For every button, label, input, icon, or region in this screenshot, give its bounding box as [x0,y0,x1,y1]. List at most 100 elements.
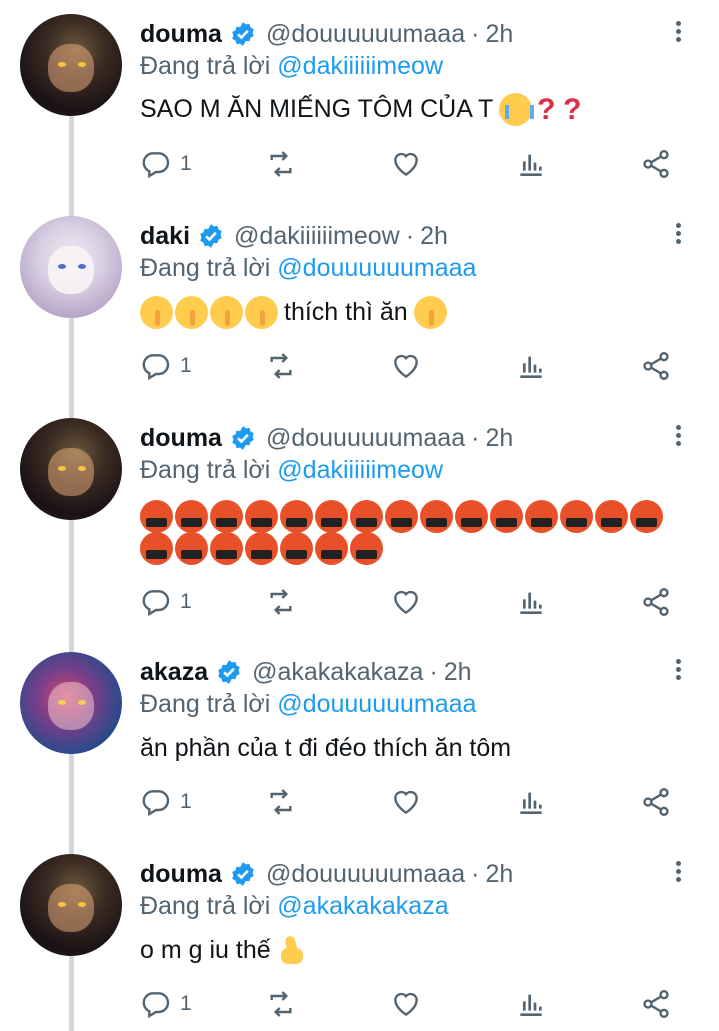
timestamp[interactable]: 2h [485,860,513,889]
more-options-icon[interactable] [672,18,684,48]
replying-to-mention[interactable]: @akakakakaza [277,892,448,920]
more-options-icon[interactable] [672,220,684,250]
heart-icon [394,590,418,615]
like-button[interactable] [390,786,422,818]
shushing-face-icon [245,296,278,329]
shushing-face-icon [210,296,243,329]
analytics-icon [520,154,542,176]
face-with-symbols-on-mouth-icon [175,500,208,533]
crossed-fingers-icon [277,934,310,967]
author-handle[interactable]: @dakiiiiiimeow [234,222,400,251]
tweet[interactable]: douma @douuuuuumaaa · 2h Đang trả lời @d… [0,404,719,638]
tweet-text: ăn phần của t đi đéo thích ăn tôm [140,734,512,762]
reply-icon [142,354,170,381]
reply-icon [142,590,170,617]
analytics-icon [520,792,542,814]
tweet-text-line-2 [140,532,383,565]
like-button[interactable] [390,586,422,618]
retweet-button[interactable] [265,148,297,180]
retweet-button[interactable] [265,786,297,818]
tweet-text [140,500,663,533]
more-options-icon[interactable] [672,422,684,452]
reply-icon [142,152,170,179]
daki-avatar[interactable] [20,216,122,318]
share-button[interactable] [640,786,672,818]
tweet-text-content: o m g iu thế [140,936,271,964]
face-with-symbols-on-mouth-icon [175,532,208,565]
akaza-avatar[interactable] [20,652,122,754]
author-name[interactable]: douma [140,860,222,889]
heart-icon [394,354,418,379]
replying-to: Đang trả lời @dakiiiiiimeow [140,52,443,81]
verified-badge-icon [218,660,240,684]
analytics-button[interactable] [515,350,547,382]
face-with-symbols-on-mouth-icon [490,500,523,533]
reply-icon [142,992,170,1019]
timestamp[interactable]: 2h [420,222,448,251]
share-icon [643,990,669,1018]
more-options-icon[interactable] [672,656,684,686]
replying-to-mention[interactable]: @dakiiiiiimeow [277,456,443,484]
timestamp[interactable]: 2h [485,424,513,453]
share-button[interactable] [640,988,672,1020]
tweet[interactable]: douma @douuuuuumaaa · 2h Đang trả lời @d… [0,0,719,202]
reply-button[interactable]: 1 [140,786,192,818]
analytics-icon [520,592,542,614]
like-button[interactable] [390,148,422,180]
reply-count: 1 [180,590,192,613]
author-name[interactable]: douma [140,424,222,453]
retweet-button[interactable] [265,350,297,382]
retweet-button[interactable] [265,988,297,1020]
like-button[interactable] [390,350,422,382]
reply-count: 1 [180,992,192,1015]
author-name[interactable]: akaza [140,658,208,687]
author-handle[interactable]: @douuuuuumaaa [266,424,465,453]
reply-icon [142,790,170,817]
face-with-symbols-on-mouth-icon [525,500,558,533]
face-with-symbols-on-mouth-icon [350,532,383,565]
retweet-button[interactable] [265,586,297,618]
replying-to-mention[interactable]: @dakiiiiiimeow [277,52,443,80]
more-options-icon[interactable] [672,858,684,888]
face-with-symbols-on-mouth-icon [280,532,313,565]
reply-button[interactable]: 1 [140,148,192,180]
reply-button[interactable]: 1 [140,988,192,1020]
tweet[interactable]: daki @dakiiiiiimeow · 2h Đang trả lời @d… [0,202,719,404]
separator-dot: · [471,19,480,48]
replying-to: Đang trả lời @douuuuuumaaa [140,254,476,283]
face-with-symbols-on-mouth-icon [630,500,663,533]
author-name[interactable]: douma [140,20,222,49]
replying-to-label: Đang trả lời [140,456,271,484]
share-button[interactable] [640,350,672,382]
face-with-symbols-on-mouth-icon [210,500,243,533]
analytics-button[interactable] [515,786,547,818]
author-handle[interactable]: @douuuuuumaaa [266,860,465,889]
share-icon [643,788,669,816]
author-handle[interactable]: @douuuuuumaaa [266,20,465,49]
face-with-symbols-on-mouth-icon [140,500,173,533]
replying-to-mention[interactable]: @douuuuuumaaa [277,254,476,282]
tweet[interactable]: douma @douuuuuumaaa · 2h Đang trả lời @a… [0,840,719,1031]
douma-avatar[interactable] [20,854,122,956]
douma-avatar[interactable] [20,418,122,520]
like-button[interactable] [390,988,422,1020]
tweet[interactable]: akaza @akakakakaza · 2h Đang trả lời @do… [0,638,719,840]
analytics-button[interactable] [515,586,547,618]
verified-badge-icon [232,862,254,886]
reply-button[interactable]: 1 [140,586,192,618]
douma-avatar[interactable] [20,14,122,116]
analytics-button[interactable] [515,988,547,1020]
share-button[interactable] [640,586,672,618]
face-with-symbols-on-mouth-icon [420,500,453,533]
author-handle[interactable]: @akakakakaza [252,658,423,687]
replying-to-label: Đang trả lời [140,690,271,718]
separator-dot: · [405,221,415,250]
timestamp[interactable]: 2h [485,20,513,49]
share-button[interactable] [640,148,672,180]
timestamp[interactable]: 2h [444,658,472,687]
analytics-button[interactable] [515,148,547,180]
replying-to-mention[interactable]: @douuuuuumaaa [277,690,476,718]
reply-button[interactable]: 1 [140,350,192,382]
author-name[interactable]: daki [140,222,190,251]
share-icon [643,150,669,178]
